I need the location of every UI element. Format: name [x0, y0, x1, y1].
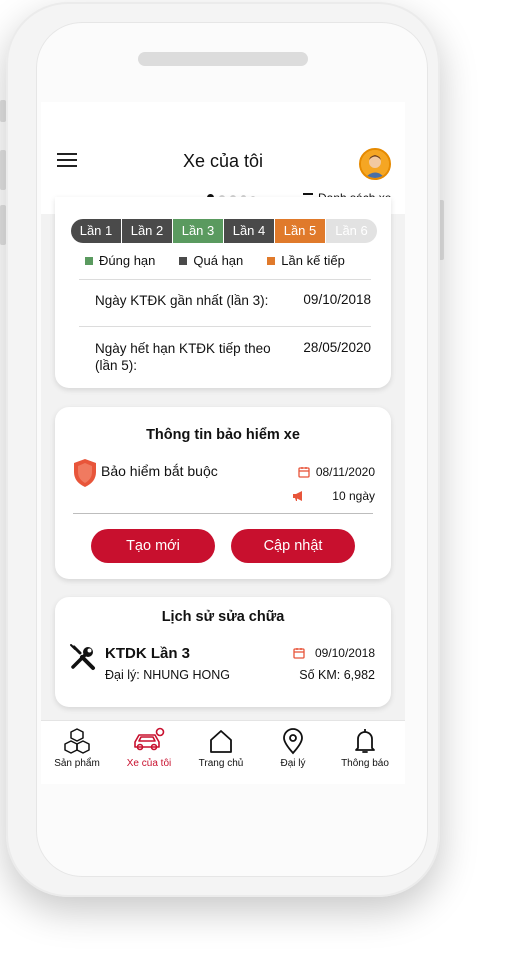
insurance-name: Bảo hiểm bắt buộc [101, 463, 218, 479]
repair-dealer: Đại lý: NHUNG HONG [105, 668, 231, 682]
legend-swatch [85, 256, 93, 265]
nav-item-dealers[interactable]: Đại lý [257, 721, 329, 769]
inspection-step[interactable]: Lần 5 [275, 219, 326, 243]
update-insurance-button[interactable]: Cập nhật [231, 529, 355, 563]
nav-item-notifications[interactable]: Thông báo [329, 721, 401, 769]
legend-label: Lần kế tiếp [281, 253, 345, 268]
next-inspection-label: Ngày hết hạn KTĐK tiếp theo (lần 5): [95, 340, 271, 374]
bell-icon [355, 729, 375, 753]
repair-date: 09/10/2018 [314, 646, 375, 660]
legend-item: Đúng hạn [85, 253, 155, 268]
legend-label: Đúng hạn [99, 253, 156, 268]
legend-item: Lần kế tiếp [267, 253, 345, 268]
inspection-card: Lần 1 Lần 2 Lần 3 Lần 4 Lần 5 Lần 6 Đúng hạn Q… [55, 197, 391, 388]
device-mockup: Xe của tôi Danh sách xe [0, 0, 511, 960]
app-screen: Xe của tôi Danh sách xe [41, 102, 405, 784]
nav-label-dealers: Đại lý [280, 758, 306, 769]
nav-item-home[interactable]: Trang chủ [185, 721, 257, 769]
cubes-icon [64, 728, 90, 754]
car-icon [134, 727, 165, 751]
next-inspection-label-line1: Ngày hết hạn KTĐK tiếp theo [95, 341, 271, 356]
calendar-icon [293, 648, 305, 659]
last-inspection-date: 09/10/2018 [303, 292, 371, 307]
legend-swatch [179, 256, 188, 265]
inspection-steps: Lần 1 Lần 2 Lần 3 Lần 4 Lần 5 Lần 6 [71, 219, 377, 243]
divider [79, 279, 371, 280]
shield-icon [74, 459, 96, 487]
inspection-step[interactable]: Lần 4 [224, 219, 275, 243]
page-title: Xe của tôi [182, 151, 264, 171]
repair-km: Số KM: 6,982 [299, 668, 375, 682]
next-inspection-date: 28/05/2020 [303, 340, 371, 355]
next-inspection-label-line2: (lần 5): [95, 358, 138, 373]
nav-item-my-car[interactable]: Xe của tôi [113, 721, 185, 769]
divider [73, 513, 373, 514]
insurance-countdown: 10 ngày [292, 489, 375, 503]
repair-title: Lịch sử sửa chữa [161, 609, 285, 625]
inspection-step[interactable]: Lần 3 [173, 219, 224, 243]
nav-label-products: Sản phẩm [54, 758, 100, 769]
insurance-card: Thông tin bảo hiểm xe Bảo hiểm bắt buộc … [55, 407, 391, 579]
location-pin-icon [283, 728, 303, 755]
insurance-days: 10 ngày [332, 489, 375, 503]
nav-label-my-car: Xe của tôi [126, 758, 172, 769]
legend-item: Quá hạn [179, 253, 243, 268]
wrench-screwdriver-icon [70, 644, 95, 670]
phone-speaker [138, 52, 308, 66]
repair-date-row: 09/10/2018 [293, 646, 375, 660]
insurance-title: Thông tin bảo hiểm xe [146, 427, 300, 443]
insurance-date: 08/11/2020 [315, 465, 375, 479]
inspection-legend: Đúng hạn Quá hạn Lần kế tiếp [85, 253, 345, 268]
legend-label: Quá hạn [193, 253, 244, 268]
legend-swatch [267, 256, 276, 265]
nav-label-home: Trang chủ [198, 758, 244, 769]
repair-history-card: Lịch sử sửa chữa KTDK Lần 3 Đại lý: NHUN… [55, 597, 391, 707]
divider [79, 326, 371, 327]
repair-name: KTDK Lần 3 [105, 645, 191, 662]
megaphone-icon [293, 491, 303, 501]
inspection-step[interactable]: Lần 1 [71, 219, 122, 243]
user-avatar-icon [361, 150, 389, 178]
insurance-expiry: 08/11/2020 [298, 465, 375, 479]
last-inspection-label: Ngày KTĐK gần nhất (lần 3): [95, 293, 269, 308]
inspection-step[interactable]: Lần 2 [122, 219, 173, 243]
bottom-nav: Sản phẩm Xe của tôi Trang chủ Đại lý Thô… [41, 720, 405, 784]
inspection-step[interactable]: Lần 6 [326, 219, 377, 243]
home-icon [210, 730, 232, 753]
nav-label-notifications: Thông báo [341, 758, 389, 769]
calendar-icon [298, 467, 310, 478]
nav-item-products[interactable]: Sản phẩm [41, 721, 113, 769]
avatar[interactable] [359, 148, 391, 180]
create-insurance-button[interactable]: Tạo mới [91, 529, 215, 563]
